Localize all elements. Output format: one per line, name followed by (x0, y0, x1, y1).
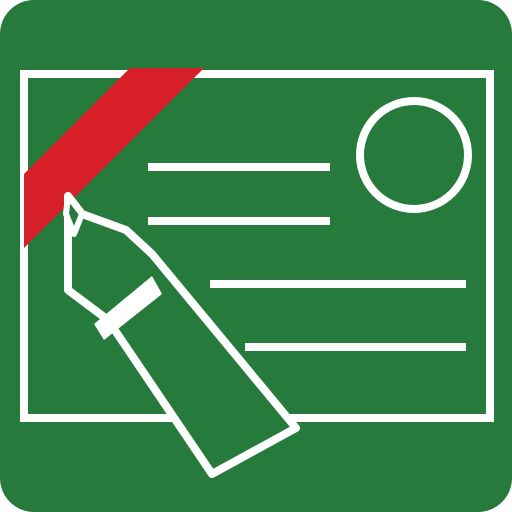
icon-svg (0, 0, 512, 512)
certificate-edit-icon (0, 0, 512, 512)
